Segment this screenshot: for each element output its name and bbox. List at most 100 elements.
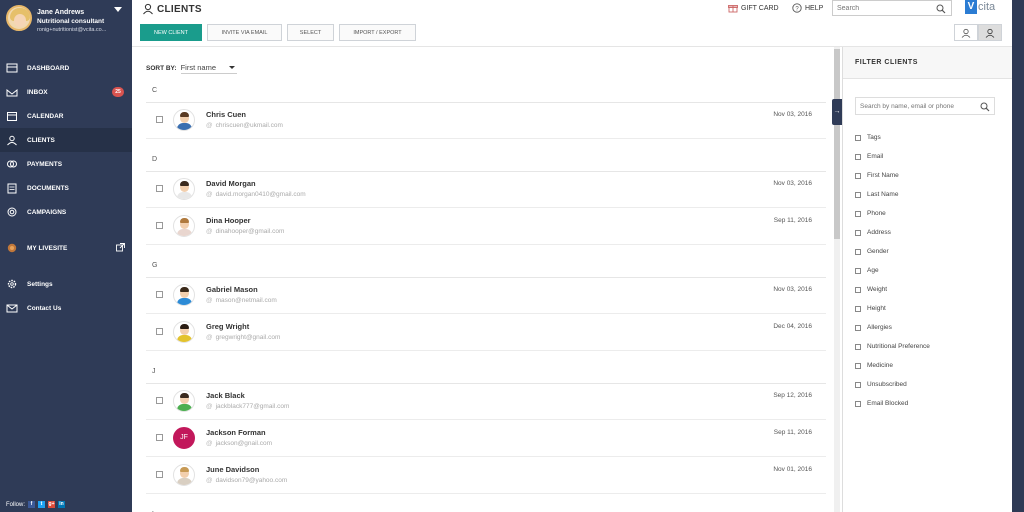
caret-down-icon[interactable]	[114, 7, 122, 12]
client-row[interactable]: Dina Hooper @ dinahooper@gmail.com Sep 11, …	[146, 209, 826, 245]
scrollbar-thumb[interactable]	[834, 49, 840, 239]
filter-checkbox[interactable]	[855, 229, 861, 236]
row-checkbox[interactable]	[156, 291, 163, 298]
row-checkbox[interactable]	[156, 116, 163, 123]
filter-checkbox[interactable]	[855, 400, 861, 407]
user-email: ronig+nutritionist@vcita.co...	[37, 27, 107, 33]
filter-checkbox[interactable]	[855, 172, 861, 179]
filter-option-unsubscribed[interactable]: Unsubscribed	[855, 375, 930, 394]
client-email-text: jackblack777@gmail.com	[215, 403, 290, 410]
filter-checkbox[interactable]	[855, 305, 861, 312]
filter-option-label: Weight	[867, 286, 888, 293]
client-row[interactable]: Jack Black @ jackblack777@gmail.com Sep 12,…	[146, 384, 826, 420]
gift-card-link[interactable]: GIFT CARD	[728, 3, 779, 13]
filter-option-address[interactable]: Address	[855, 223, 930, 242]
filter-option-nutritional-preference[interactable]: Nutritional Preference	[855, 337, 930, 356]
client-name[interactable]: Chris Cuen	[206, 110, 246, 119]
filter-option-medicine[interactable]: Medicine	[855, 356, 930, 375]
filter-checkbox[interactable]	[855, 324, 861, 331]
filter-option-label: Nutritional Preference	[867, 343, 930, 350]
list-view-button[interactable]	[978, 24, 1002, 41]
filter-checkbox[interactable]	[855, 381, 861, 388]
row-checkbox[interactable]	[156, 434, 163, 441]
filter-checkbox[interactable]	[855, 153, 861, 160]
client-row[interactable]: Chris Cuen @ chriscuen@ukmail.com Nov 03, 2…	[146, 103, 826, 139]
search-input[interactable]	[837, 4, 937, 12]
filter-option-age[interactable]: Age	[855, 261, 930, 280]
client-row[interactable]: David Morgan @ david.morgan0410@gmail.com N…	[146, 172, 826, 208]
filter-checkbox[interactable]	[855, 248, 861, 255]
row-checkbox[interactable]	[156, 328, 163, 335]
sidebar-item-payments[interactable]: PAYMENTS	[0, 152, 132, 176]
filter-checkbox[interactable]	[855, 267, 861, 274]
client-row[interactable]: JF Jackson Forman @ jackson@gnail.com Sep 11…	[146, 421, 826, 457]
filter-option-first-name[interactable]: First Name	[855, 166, 930, 185]
filter-option-email[interactable]: Email	[855, 147, 930, 166]
sidebar-item-campaigns[interactable]: CAMPAIGNS	[0, 200, 132, 224]
collapse-panel-button[interactable]: →	[832, 99, 842, 125]
google-plus-icon[interactable]: g+	[48, 501, 56, 508]
client-email-text: gregwright@gnail.com	[215, 334, 281, 341]
help-link[interactable]: ? HELP	[792, 3, 823, 13]
client-name[interactable]: Jack Black	[206, 391, 245, 400]
client-row[interactable]: Gabriel Mason @ mason@netmail.com Nov 03, 2…	[146, 278, 826, 314]
row-checkbox[interactable]	[156, 222, 163, 229]
sidebar-item-documents[interactable]: DOCUMENTS	[0, 176, 132, 200]
client-name[interactable]: Dina Hooper	[206, 216, 251, 225]
external-link-icon[interactable]	[116, 243, 125, 254]
filter-option-gender[interactable]: Gender	[855, 242, 930, 261]
sidebar-item-dashboard[interactable]: DASHBOARD	[0, 56, 132, 80]
sidebar-item-clients[interactable]: CLIENTS	[0, 128, 132, 152]
profile-menu[interactable]: Jane Andrews Nutritional consultant roni…	[0, 0, 132, 44]
at-icon: @	[206, 191, 213, 198]
linkedin-icon[interactable]: in	[58, 501, 66, 508]
client-row[interactable]: Greg Wright @ gregwright@gnail.com Dec 04, …	[146, 315, 826, 351]
filter-checkbox[interactable]	[855, 191, 861, 198]
filter-option-tags[interactable]: Tags	[855, 128, 930, 147]
vcita-logo[interactable]: V cita	[965, 0, 995, 14]
sidebar-item-contact-us[interactable]: Contact Us	[0, 296, 132, 320]
filter-checkbox[interactable]	[855, 343, 861, 350]
sidebar-item-calendar[interactable]: CALENDAR	[0, 104, 132, 128]
client-email-text: davidson79@yahoo.com	[215, 477, 288, 484]
select-button[interactable]: SELECT	[287, 24, 334, 41]
client-list: SORT BY: First name C Chris Cuen @ chriscue…	[132, 47, 832, 512]
sort-by-select[interactable]: First name	[180, 63, 237, 74]
row-checkbox[interactable]	[156, 185, 163, 192]
client-date: Nov 03, 2016	[773, 286, 812, 293]
filter-search-input[interactable]	[860, 102, 975, 110]
client-name[interactable]: Jackson Forman	[206, 428, 266, 437]
row-checkbox[interactable]	[156, 397, 163, 404]
sidebar-item-inbox[interactable]: INBOX 25	[0, 80, 132, 104]
dashboard-icon	[6, 63, 18, 73]
filter-checkbox[interactable]	[855, 134, 861, 141]
client-name[interactable]: David Morgan	[206, 179, 256, 188]
search-icon[interactable]	[980, 102, 990, 112]
client-name[interactable]: Greg Wright	[206, 322, 249, 331]
search-icon[interactable]	[936, 4, 946, 14]
client-name[interactable]: June Davidson	[206, 465, 259, 474]
facebook-icon[interactable]: f	[28, 501, 36, 508]
import-export-button[interactable]: IMPORT / EXPORT	[339, 24, 416, 41]
sidebar-item-settings[interactable]: Settings	[0, 272, 132, 296]
client-row[interactable]: June Davidson @ davidson79@yahoo.com Nov 01…	[146, 458, 826, 494]
client-email: @ mason@netmail.com	[206, 297, 277, 304]
row-checkbox[interactable]	[156, 471, 163, 478]
filter-option-phone[interactable]: Phone	[855, 204, 930, 223]
single-view-button[interactable]	[954, 24, 978, 41]
filter-option-weight[interactable]: Weight	[855, 280, 930, 299]
filter-option-height[interactable]: Height	[855, 299, 930, 318]
filter-option-last-name[interactable]: Last Name	[855, 185, 930, 204]
invite-via-email-button[interactable]: INVITE VIA EMAIL	[207, 24, 282, 41]
filter-option-label: Phone	[867, 210, 886, 217]
twitter-icon[interactable]: t	[38, 501, 46, 508]
filter-checkbox[interactable]	[855, 362, 861, 369]
filter-option-email-blocked[interactable]: Email Blocked	[855, 394, 930, 413]
sidebar-item-label: CALENDAR	[27, 112, 64, 120]
filter-checkbox[interactable]	[855, 210, 861, 217]
new-client-button[interactable]: NEW CLIENT	[140, 24, 202, 41]
sidebar-item-my-livesite[interactable]: MY LIVESITE	[0, 236, 132, 260]
filter-checkbox[interactable]	[855, 286, 861, 293]
client-name[interactable]: Gabriel Mason	[206, 285, 258, 294]
filter-option-allergies[interactable]: Allergies	[855, 318, 930, 337]
